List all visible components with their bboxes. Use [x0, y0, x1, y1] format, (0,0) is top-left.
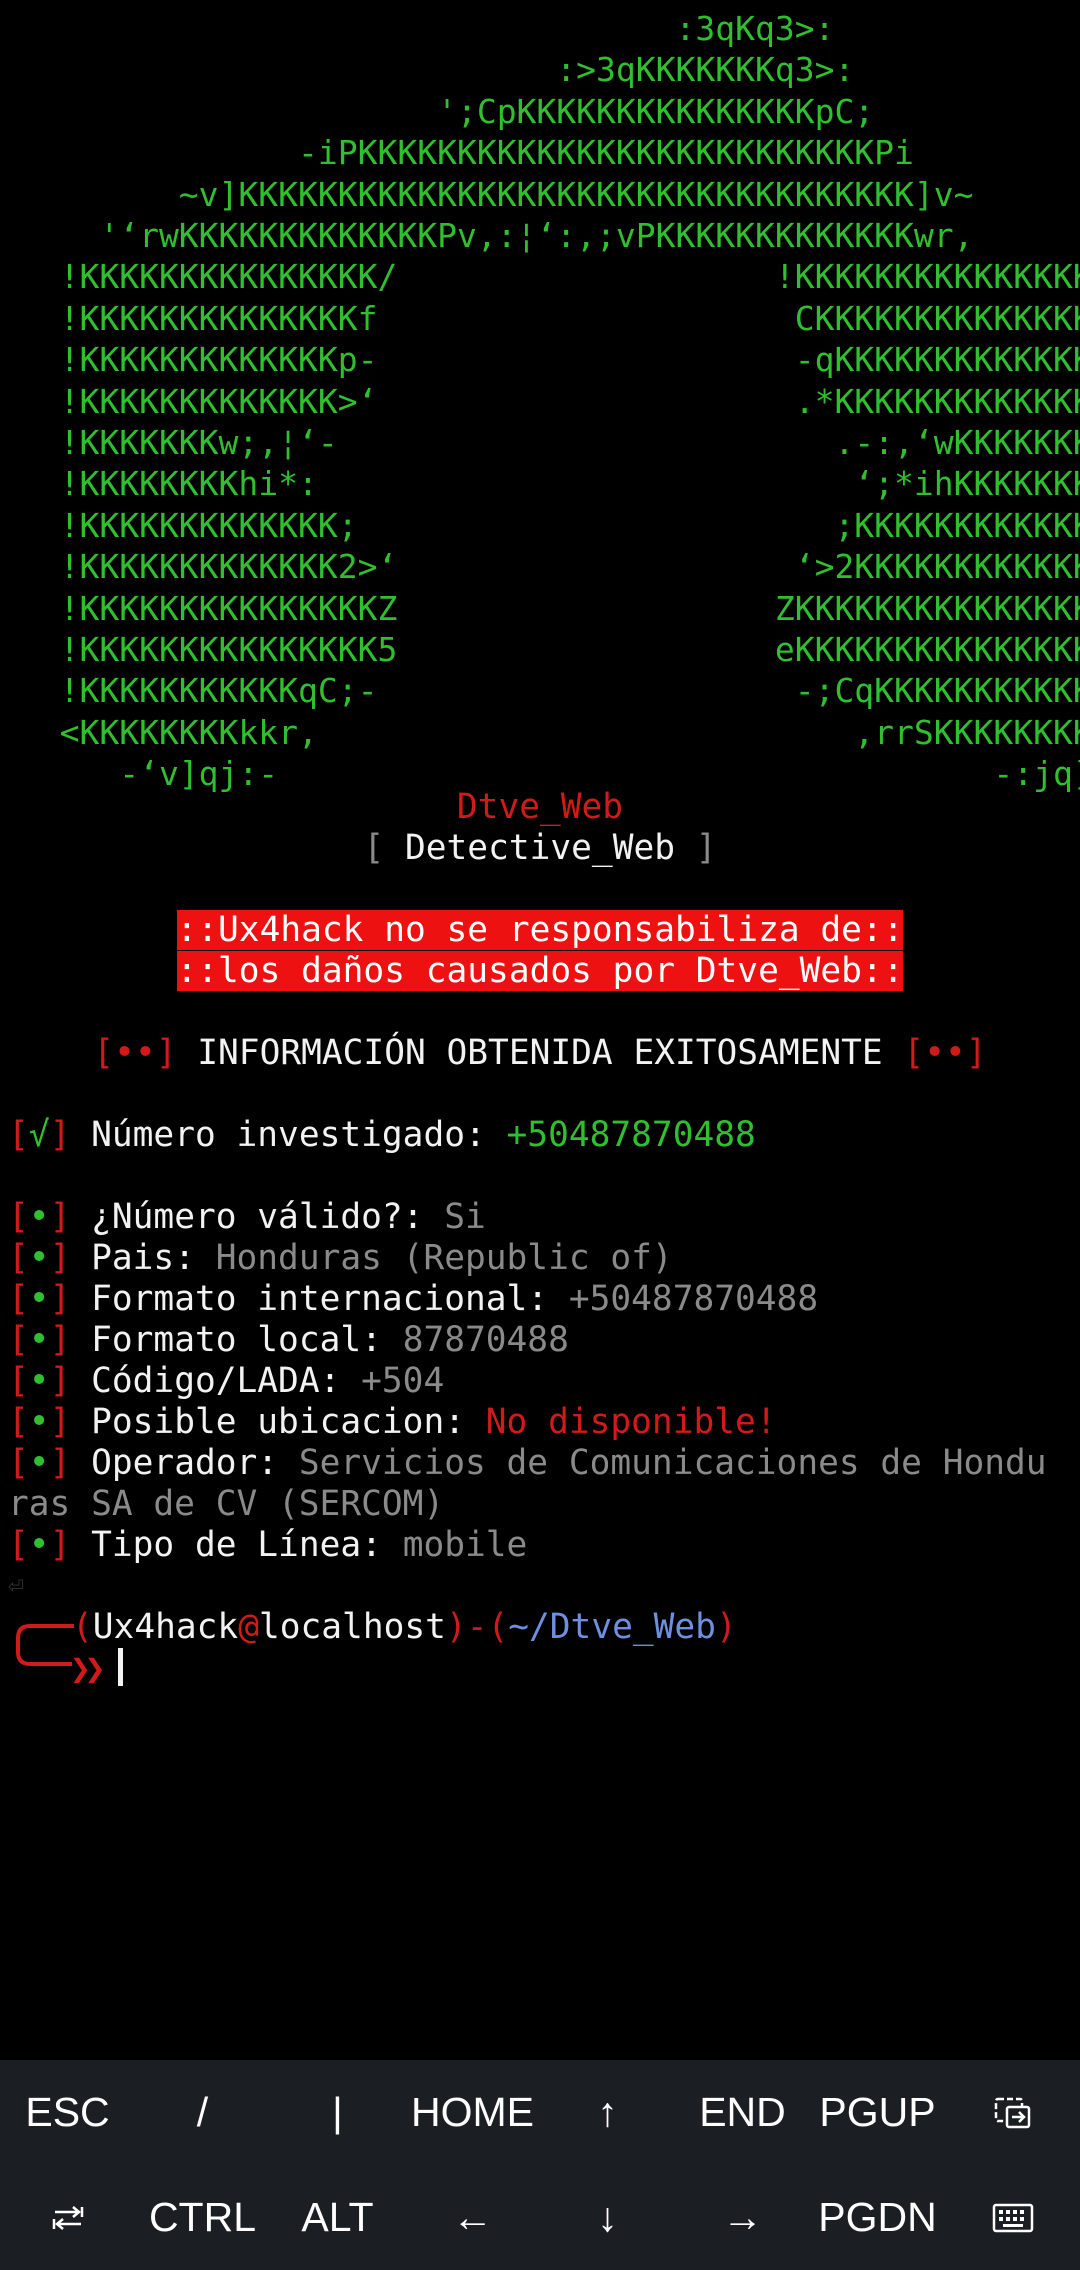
result-row: [•] Formato local: 87870488 [8, 1320, 569, 1360]
prompt-arrows-icon: ❯❯ [70, 1649, 105, 1689]
ascii-art-line: !KKKKKKKKKKKKK2>‘ ‘>2KKKKKKKKKKKKK! [0, 547, 1080, 587]
key-right-arrow[interactable]: → [675, 2165, 810, 2270]
tool-name: Dtve_Web [456, 787, 624, 827]
ascii-art-line: <KKKKKKKKkkr, ,rrSKKKKKKKK> [0, 712, 1080, 752]
key-pipe[interactable]: | [270, 2060, 405, 2165]
key-home[interactable]: HOME [405, 2060, 540, 2165]
result-row: [•] Pais: Honduras (Republic of) [8, 1238, 673, 1278]
ascii-art-line: !KKKKKKKKKKKqC;- -;CqKKKKKKKKKKK! [0, 671, 1080, 711]
investigated-number-line: [√] Número investigado: +50487870488 [8, 1115, 756, 1155]
ascii-art-line: ';CpKKKKKKKKKKKKKKKpC; [0, 91, 875, 131]
key-tab[interactable] [0, 2165, 135, 2270]
return-icon: ⏎ [8, 1571, 24, 1601]
disclaimer-line-1: ::Ux4hack no se responsabiliza de:: [176, 910, 904, 950]
key-down-arrow[interactable]: ↓ [540, 2165, 675, 2270]
result-row: [•] Formato internacional: +50487870488 [8, 1279, 819, 1319]
key-ctrl[interactable]: CTRL [135, 2165, 270, 2270]
result-row: [•] Posible ubicacion: No disponible! [8, 1402, 777, 1442]
key-pgup[interactable]: PGUP [810, 2060, 945, 2165]
extra-keys-bar: ESC / | HOME ↑ END PGUP CTRL ALT ← ↓ → P… [0, 2060, 1080, 2270]
terminal-screen[interactable]: :3qKq3>: :>3qKKKKKKKq3>: ';CpKKKKKKKKKKK… [0, 0, 1080, 2060]
tab-icon [52, 2205, 83, 2230]
key-drawer[interactable] [945, 2060, 1080, 2165]
key-pgdn[interactable]: PGDN [810, 2165, 945, 2270]
status-message: [••] INFORMACIÓN OBTENIDA EXITOSAMENTE [… [93, 1033, 987, 1073]
ascii-art-line: !KKKKKKKKKKKKKKf CKKKKKKKKKKKKKK! [0, 298, 1080, 338]
ascii-art-line: !KKKKKKKKKKKKKKKZ ZKKKKKKKKKKKKKKK! [0, 588, 1080, 628]
ascii-art-line: :3qKq3>: [0, 9, 835, 48]
ascii-art-line: '‘rwKKKKKKKKKKKKKPv,:¦‘:,;vPKKKKKKKKKKKK… [0, 216, 974, 255]
keyboard-icon [992, 2203, 1033, 2232]
key-alt[interactable]: ALT [270, 2165, 405, 2270]
ascii-art-line: -iPKKKKKKKKKKKKKKKKKKKKKKKKKKPi [0, 133, 914, 173]
text-cursor [117, 1648, 123, 1686]
result-row: [•] ¿Número válido?: Si [8, 1197, 486, 1237]
drawer-toggle-icon [994, 2097, 1030, 2128]
shell-prompt: (Ux4hack@localhost)-(~/Dtve_Web) [72, 1607, 737, 1647]
line-type-row: [•] Tipo de Línea: mobile [8, 1525, 528, 1565]
key-end[interactable]: END [675, 2060, 810, 2165]
result-row: [•] Operador: Servicios de Comunicacione… [8, 1443, 1047, 1483]
command-input-line[interactable]: ❯❯ [70, 1648, 123, 1689]
ascii-art-line: !KKKKKKKKKKKKKKK/ !KKKKKKKKKKKKKKK! [0, 257, 1080, 297]
disclaimer-line-2: ::los daños causados por Dtve_Web:: [176, 951, 904, 991]
key-up-arrow[interactable]: ↑ [540, 2060, 675, 2165]
ascii-art-line: !KKKKKKKKKKKKKKK5 eKKKKKKKKKKKKKKK! [0, 630, 1080, 669]
ascii-art-line: !KKKKKKKKKKKKKp- -qKKKKKKKKKKKKK! [0, 340, 1080, 380]
operator-continuation: ras SA de CV (SERCOM) [8, 1484, 445, 1524]
ascii-art-line: ~v]KKKKKKKKKKKKKKKKKKKKKKKKKKKKKKKKKK]v~ [0, 174, 974, 214]
ascii-art-line: !KKKKKKKKKKKKK; ;KKKKKKKKKKKKK! [0, 505, 1080, 545]
tool-subtitle: [ Detective_Web ] [363, 828, 717, 868]
ascii-art-line: :>3qKKKKKKKq3>: [0, 50, 855, 90]
key-left-arrow[interactable]: ← [405, 2165, 540, 2270]
key-keyboard[interactable] [945, 2165, 1080, 2270]
ascii-art-line: !KKKKKKKKKKKKK>‘ .*KKKKKKKKKKKKK! [0, 381, 1080, 421]
key-esc[interactable]: ESC [0, 2060, 135, 2165]
ascii-art-line: !KKKKKKKKhi*: ‘;*ihKKKKKKKK! [0, 464, 1080, 504]
result-row: [•] Código/LADA: +504 [8, 1361, 445, 1401]
ascii-art-line: !KKKKKKKw;,¦‘- .-:,‘wKKKKKKK! [0, 423, 1080, 462]
key-slash[interactable]: / [135, 2060, 270, 2165]
